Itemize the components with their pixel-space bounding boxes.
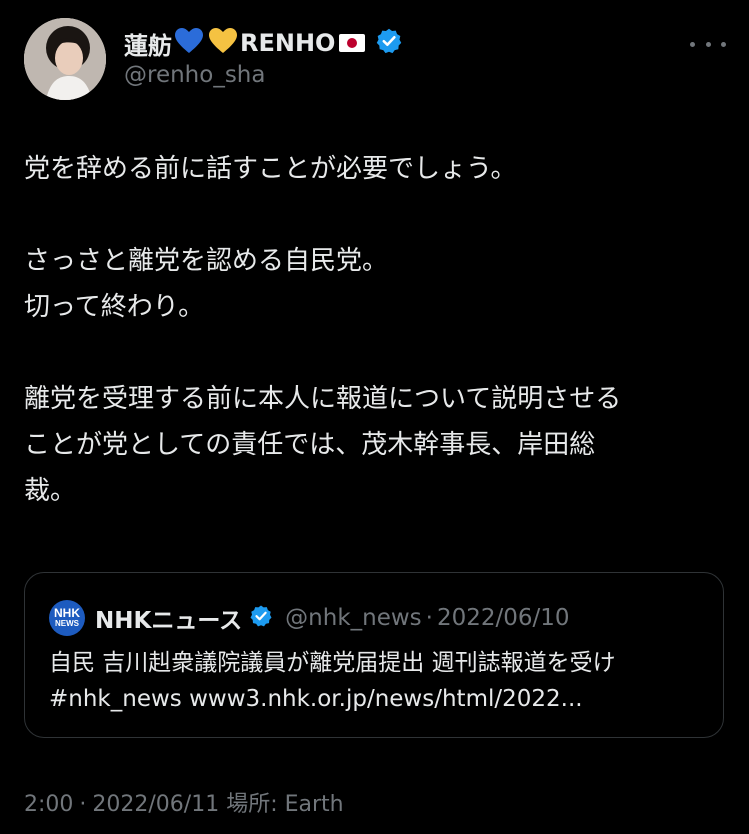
- more-options-button[interactable]: [690, 30, 726, 58]
- quoted-text-line: 自民 吉川赳衆議院議員が離党届提出 週刊誌報道を受け: [49, 650, 616, 676]
- yellow-heart-icon: [208, 27, 238, 59]
- tweet: 蓮舫 RENHO @renho_sha 党を辞める前に話すことが必要でしょう。 …: [0, 0, 749, 834]
- tweet-text: 党を辞める前に話すことが必要でしょう。 さっさと離党を認める自民党。 切って終わ…: [24, 146, 724, 514]
- verified-badge-icon[interactable]: [375, 27, 403, 59]
- nhk-news-logo-icon[interactable]: NHK NEWS: [49, 600, 85, 636]
- tweet-location: 場所: Earth: [226, 792, 344, 817]
- separator-dot: ·: [79, 792, 87, 817]
- tweet-time[interactable]: 2:00: [24, 792, 73, 817]
- quoted-tweet-card[interactable]: NHK NEWS NHKニュース @nhk_news · 2022/06/10 …: [24, 572, 724, 738]
- logo-line1: NHK: [54, 606, 80, 620]
- logo-line2: NEWS: [55, 619, 79, 628]
- quoted-tweet-header: NHK NEWS NHKニュース @nhk_news · 2022/06/10: [49, 600, 570, 636]
- more-dot: [705, 41, 711, 47]
- separator-dot: ·: [425, 605, 433, 631]
- quoted-tweet-text: 自民 吉川赳衆議院議員が離党届提出 週刊誌報道を受け #nhk_news www…: [49, 645, 709, 717]
- blue-heart-icon: [174, 27, 204, 59]
- avatar[interactable]: [24, 18, 106, 100]
- tweet-paragraph: 離党を受理する前に本人に報道について説明させる ことが党としての責任では、茂木幹…: [24, 384, 622, 506]
- tweet-paragraph: 党を辞める前に話すことが必要でしょう。: [24, 154, 517, 184]
- quoted-tweet-date[interactable]: 2022/06/10: [437, 605, 570, 631]
- author-name-row[interactable]: 蓮舫 RENHO: [124, 24, 403, 62]
- quoted-text-line: #nhk_news www3.nhk.or.jp/news/html/2022.…: [49, 686, 583, 712]
- more-dot: [721, 41, 726, 47]
- quoted-author-name[interactable]: NHKニュース: [95, 601, 242, 635]
- tweet-date[interactable]: 2022/06/11: [92, 792, 219, 817]
- quoted-author-handle[interactable]: @nhk_news: [285, 605, 422, 631]
- author-name-suffix: RENHO: [240, 29, 336, 57]
- verified-badge-icon: [249, 604, 273, 632]
- avatar-photo-icon: [24, 18, 106, 100]
- tweet-meta-footer: 2:00 · 2022/06/11 場所: Earth: [24, 786, 344, 818]
- author-handle[interactable]: @renho_sha: [124, 62, 265, 88]
- author-display-name[interactable]: 蓮舫: [124, 26, 172, 61]
- tweet-paragraph: さっさと離党を認める自民党。 切って終わり。: [24, 246, 389, 322]
- japan-flag-icon: [339, 34, 366, 52]
- more-horizontal-icon: [690, 41, 695, 47]
